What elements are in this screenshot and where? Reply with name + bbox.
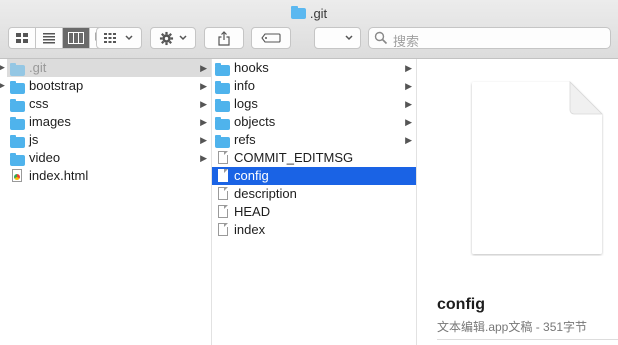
list-item-objects[interactable]: objects ▶ <box>212 113 416 131</box>
file-icon <box>218 205 228 218</box>
disclosure-arrow: ▶ <box>200 117 207 127</box>
icon-view-button[interactable] <box>9 28 36 48</box>
previous-column-edge: ▶ ▶ <box>0 59 5 345</box>
disclosure-arrow: ▶ <box>0 62 5 72</box>
disclosure-arrow: ▶ <box>405 135 412 145</box>
column-1[interactable]: .git ▶ bootstrap ▶ css ▶ images ▶ js ▶ v… <box>7 59 212 345</box>
list-item-index-html[interactable]: index.html <box>7 167 211 185</box>
chevron-down-icon <box>345 35 353 41</box>
list-item-images[interactable]: images ▶ <box>7 113 211 131</box>
column-view-button[interactable] <box>63 28 90 48</box>
file-icon <box>218 187 228 200</box>
gear-icon <box>159 31 173 45</box>
preview-file-name: config <box>437 296 485 313</box>
list-item-video[interactable]: video ▶ <box>7 149 211 167</box>
folder-icon <box>10 153 25 166</box>
share-button[interactable] <box>204 27 244 49</box>
action-menu-button[interactable] <box>150 27 196 49</box>
search-icon <box>374 31 388 45</box>
folder-icon <box>10 99 25 112</box>
window-title: .git <box>0 6 618 21</box>
list-item-description[interactable]: description <box>212 185 416 203</box>
file-icon <box>218 169 228 182</box>
list-item-head[interactable]: HEAD <box>212 203 416 221</box>
list-item-git[interactable]: .git ▶ <box>7 59 211 77</box>
list-view-button[interactable] <box>36 28 63 48</box>
disclosure-arrow: ▶ <box>0 80 5 90</box>
html-file-icon <box>12 169 22 182</box>
tag-icon <box>261 33 281 43</box>
icon-view-icon <box>16 33 28 43</box>
disclosure-arrow: ▶ <box>405 81 412 91</box>
disclosure-arrow: ▶ <box>200 135 207 145</box>
column-2[interactable]: hooks ▶ info ▶ logs ▶ objects ▶ refs ▶ C… <box>212 59 417 345</box>
list-item-hooks[interactable]: hooks ▶ <box>212 59 416 77</box>
disclosure-arrow: ▶ <box>200 63 207 73</box>
chevron-down-icon <box>178 35 187 41</box>
group-grid-icon <box>104 33 116 43</box>
list-item-commit-editmsg[interactable]: COMMIT_EDITMSG <box>212 149 416 167</box>
file-icon <box>218 151 228 164</box>
tags-button[interactable] <box>251 27 291 49</box>
disclosure-arrow: ▶ <box>200 99 207 109</box>
list-item-css[interactable]: css ▶ <box>7 95 211 113</box>
preview-file-info: 文本编辑.app文稿 - 351字节 <box>437 320 588 334</box>
disclosure-arrow: ▶ <box>405 117 412 127</box>
folder-icon <box>10 117 25 130</box>
disclosure-arrow: ▶ <box>405 63 412 73</box>
disclosure-arrow: ▶ <box>200 153 207 163</box>
path-popup-button[interactable] <box>314 27 361 49</box>
list-item-js[interactable]: js ▶ <box>7 131 211 149</box>
search-placeholder: 搜索 <box>393 34 420 49</box>
window-toolbar: .git 搜索 <box>0 0 618 59</box>
column-view-icon <box>68 32 84 44</box>
folder-icon <box>10 81 25 94</box>
divider <box>437 339 618 340</box>
folder-icon <box>215 63 230 76</box>
folder-icon <box>215 117 230 130</box>
list-item-info[interactable]: info ▶ <box>212 77 416 95</box>
list-view-icon <box>43 33 55 44</box>
list-item-refs[interactable]: refs ▶ <box>212 131 416 149</box>
search-field[interactable]: 搜索 <box>368 27 611 49</box>
chevron-down-icon <box>125 35 133 41</box>
group-by-button[interactable] <box>96 27 142 49</box>
file-icon <box>218 223 228 236</box>
folder-icon <box>10 135 25 148</box>
folder-icon <box>290 6 306 19</box>
list-item-bootstrap[interactable]: bootstrap ▶ <box>7 77 211 95</box>
folder-icon <box>215 99 230 112</box>
folder-icon <box>215 135 230 148</box>
disclosure-arrow: ▶ <box>405 99 412 109</box>
folder-icon <box>215 81 230 94</box>
folder-icon <box>10 63 25 76</box>
list-item-config[interactable]: config <box>212 167 416 185</box>
list-item-index[interactable]: index <box>212 221 416 239</box>
list-item-logs[interactable]: logs ▶ <box>212 95 416 113</box>
document-preview-icon <box>472 81 603 254</box>
share-icon <box>218 30 230 46</box>
disclosure-arrow: ▶ <box>200 81 207 91</box>
